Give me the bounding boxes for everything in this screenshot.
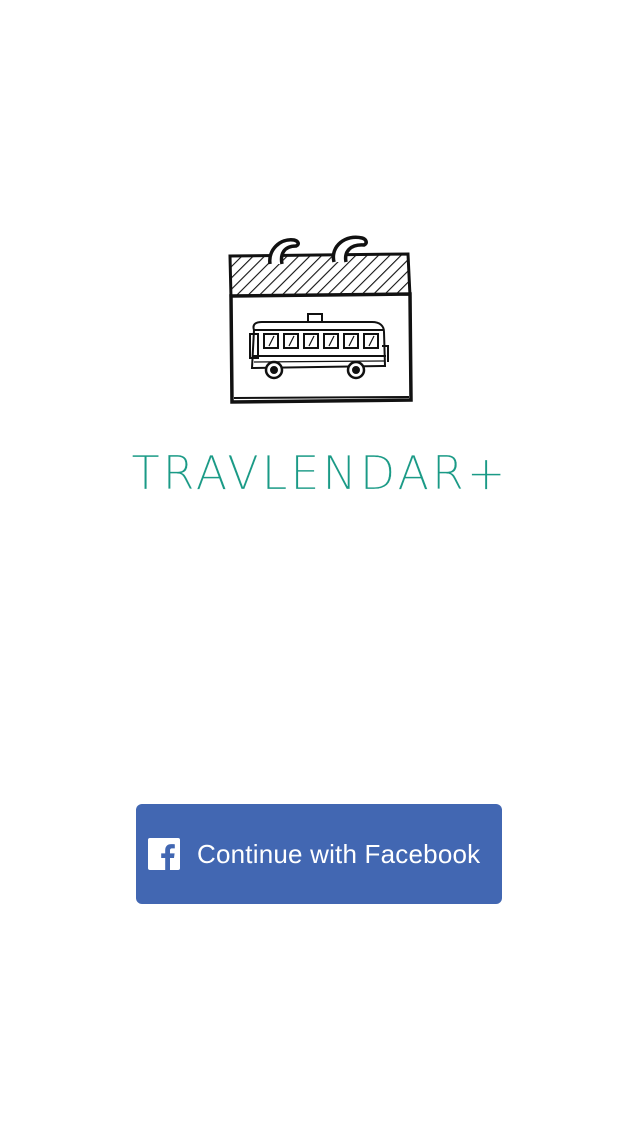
- calendar-bus-icon: [228, 235, 413, 404]
- app-title: TRAVLENDAR+: [131, 446, 509, 500]
- continue-with-facebook-button[interactable]: Continue with Facebook: [136, 804, 502, 904]
- facebook-button-label: Continue with Facebook: [197, 838, 481, 869]
- login-screen: TRAVLENDAR+ Continue with Facebook: [0, 0, 640, 1136]
- facebook-icon: [148, 838, 180, 870]
